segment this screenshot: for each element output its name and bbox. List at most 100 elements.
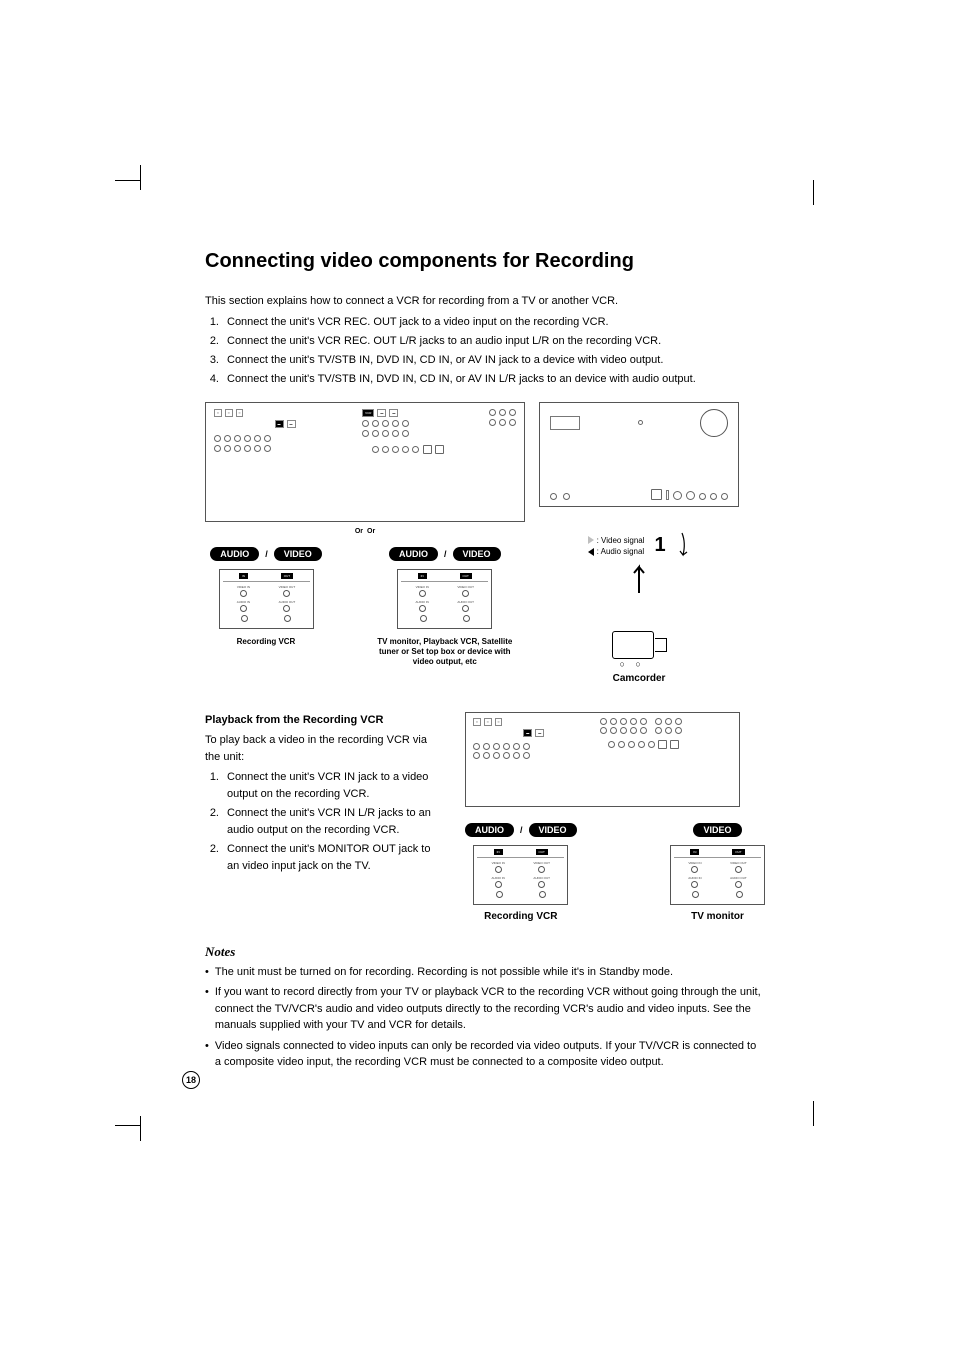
playback-intro: To play back a video in the recording VC… <box>205 732 445 765</box>
jack-label: VIDEO OUT <box>457 585 474 589</box>
pill-row: VIDEO <box>693 823 741 837</box>
playback-step: 2.Connect the unit's MONITOR OUT jack to… <box>205 841 445 875</box>
step-number: 2. <box>205 841 219 875</box>
step-text: Connect the unit's TV/STB IN, DVD IN, CD… <box>227 371 696 388</box>
step-number: 4. <box>205 371 219 388</box>
jack-label: VIDEO OUT <box>730 861 747 865</box>
audio-pill: AUDIO <box>389 547 438 561</box>
main-steps: 1. Connect the unit's VCR REC. OUT jack t… <box>205 314 765 388</box>
pill-slash: / <box>520 825 523 835</box>
playback-step: 2.Connect the unit's VCR IN L/R jacks to… <box>205 805 445 839</box>
step-3: 3. Connect the unit's TV/STB IN, DVD IN, … <box>205 352 765 369</box>
step-2: 2.Connect the unit's VCR REC. OUT L/R ja… <box>205 333 765 350</box>
camcorder-icon: ○ ○ <box>612 625 667 663</box>
jack-label: AUDIO IN <box>416 600 429 604</box>
intro-text: This section explains how to connect a V… <box>205 293 765 310</box>
receiver-rear-panel-2: ━━━ ▬▬ <box>465 712 740 807</box>
audio-pill: AUDIO <box>210 547 259 561</box>
video-pill: VIDEO <box>274 547 322 561</box>
playback-section: Playback from the Recording VCR To play … <box>205 712 765 922</box>
out-label: OUT <box>281 573 293 579</box>
jack-label: AUDIO IN <box>688 876 701 880</box>
out-label: OUT <box>536 849 548 855</box>
step-1: 1. Connect the unit's VCR REC. OUT jack t… <box>205 314 765 331</box>
in-label: IN <box>690 849 699 855</box>
arrow-down-icon <box>676 531 690 561</box>
playback-device-caption: TV monitor, Playback VCR, Satellite tune… <box>370 637 520 667</box>
connection-diagram-1: ━━━ ▬▬ VCR▬▬ <box>205 402 765 684</box>
crop-mark <box>140 165 141 190</box>
receiver-rear-panel: ━━━ ▬▬ VCR▬▬ <box>205 402 525 522</box>
playback-device-box: INOUT VIDEO IN VIDEO OUT AUDIO IN AUDIO OU… <box>397 569 492 629</box>
arrow-up-icon <box>624 557 654 595</box>
step-number: 2. <box>205 805 219 839</box>
note-text: The unit must be turned on for recording… <box>215 964 673 981</box>
video-pill: VIDEO <box>529 823 577 837</box>
pill-slash: / <box>444 549 447 559</box>
step-number: 3. <box>205 352 219 369</box>
diagram-right-column: : Video signal : Audio signal 1 ○ ○ Camc… <box>539 402 739 684</box>
jack-label: VIDEO OUT <box>279 585 296 589</box>
crop-mark <box>115 1125 140 1126</box>
jack-label: AUDIO IN <box>492 876 505 880</box>
bullet-icon: • <box>205 1038 209 1071</box>
step-text: Connect the unit's VCR IN jack to a vide… <box>227 769 445 803</box>
note-item: •If you want to record directly from you… <box>205 984 765 1034</box>
recording-vcr-column-2: AUDIO / VIDEO INOUT VIDEO INVIDEO OUT AU… <box>465 823 577 922</box>
arrow-right-icon <box>588 536 594 544</box>
camcorder-label: Camcorder <box>613 673 666 684</box>
step-text: Connect the unit's VCR REC. OUT L/R jack… <box>227 333 661 350</box>
recording-vcr-label-2: Recording VCR <box>484 911 557 922</box>
vcr-header: IN OUT <box>674 849 761 858</box>
notes-list: • The unit must be turned on for recordin… <box>205 964 765 1071</box>
vcr-boxes-row: AUDIO / VIDEO INOUT VIDEO INVIDEO OUT AU… <box>210 547 520 667</box>
pill-row: AUDIO / VIDEO <box>210 547 322 561</box>
video-pill: VIDEO <box>453 547 501 561</box>
jack-label: AUDIO OUT <box>279 600 296 604</box>
note-text: Video signals connected to video inputs … <box>215 1038 765 1071</box>
audio-signal-legend: : Audio signal <box>588 546 644 557</box>
jack-label: VIDEO IN <box>237 585 250 589</box>
crop-mark <box>140 1116 141 1141</box>
or-label: Or <box>367 528 375 535</box>
playback-device-column: AUDIO / VIDEO INOUT VIDEO IN VIDEO OUT AU… <box>370 547 520 667</box>
step-text: Connect the unit's TV/STB IN, DVD IN, CD… <box>227 352 663 369</box>
jack-label: VIDEO OUT <box>533 861 550 865</box>
vcr-header: INOUT <box>401 573 488 582</box>
playback-step: 1.Connect the unit's VCR IN jack to a vi… <box>205 769 445 803</box>
step-text: Connect the unit's VCR IN L/R jacks to a… <box>227 805 445 839</box>
jack-label: VIDEO IN <box>416 585 429 589</box>
receiver-schematic: ━━━ ▬▬ VCR▬▬ <box>206 403 524 521</box>
vcr-header: INOUT <box>223 573 310 582</box>
step-number: 1. <box>205 769 219 803</box>
video-pill: VIDEO <box>693 823 741 837</box>
receiver-schematic-2: ━━━ ▬▬ <box>466 713 739 806</box>
recording-vcr-caption: Recording VCR <box>237 637 296 647</box>
step-4: 4. Connect the unit's TV/STB IN, DVD IN, … <box>205 371 765 388</box>
video-signal-legend: : Video signal <box>588 535 644 546</box>
tv-monitor-label: TV monitor <box>691 911 744 922</box>
in-label: IN <box>494 849 503 855</box>
pill-slash: / <box>265 549 268 559</box>
step-text: Connect the unit's VCR REC. OUT jack to … <box>227 314 609 331</box>
playback-devices-row: AUDIO / VIDEO INOUT VIDEO INVIDEO OUT AU… <box>465 823 765 922</box>
step-number: 1. <box>205 314 219 331</box>
tv-monitor-column: VIDEO INOUT VIDEO INVIDEO OUT AUDIO INAU… <box>670 823 765 922</box>
out-label: OUT <box>732 849 744 855</box>
recording-vcr-column: AUDIO / VIDEO INOUT VIDEO IN VIDEO OUT AU… <box>210 547 322 667</box>
out-label: OUT <box>460 573 472 579</box>
front-panel-box <box>539 402 739 507</box>
bullet-icon: • <box>205 984 209 1034</box>
note-item: •Video signals connected to video inputs… <box>205 1038 765 1071</box>
pill-row: AUDIO / VIDEO <box>389 547 501 561</box>
tv-monitor-box: INOUT VIDEO INVIDEO OUT AUDIO INAUDIO OU… <box>670 845 765 905</box>
crop-mark <box>115 180 140 181</box>
playback-text: Playback from the Recording VCR To play … <box>205 712 445 922</box>
playback-diagram: ━━━ ▬▬ <box>465 712 765 922</box>
page-number: 18 <box>182 1071 200 1089</box>
arrow-left-icon <box>588 548 594 556</box>
diagram-left-column: ━━━ ▬▬ VCR▬▬ <box>205 402 525 667</box>
jack-label: AUDIO IN <box>237 600 250 604</box>
jack-label: AUDIO OUT <box>457 600 474 604</box>
crop-mark <box>813 180 814 205</box>
